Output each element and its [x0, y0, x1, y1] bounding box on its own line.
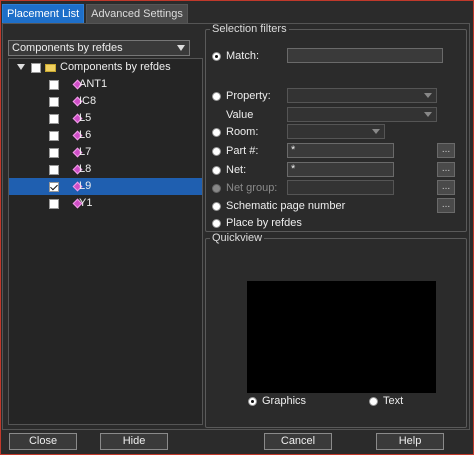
- tree-item-label: ANT1: [79, 78, 108, 90]
- value-label: Value: [226, 109, 254, 121]
- part-radio[interactable]: [212, 147, 221, 156]
- hide-button[interactable]: Hide: [100, 433, 168, 450]
- net-group-browse-button[interactable]: ...: [437, 180, 455, 195]
- tree-root-label: Components by refdes: [60, 61, 171, 73]
- tree-item-checkbox[interactable]: [49, 114, 59, 124]
- tab-placement-list[interactable]: Placement List: [2, 4, 85, 23]
- help-button[interactable]: Help: [376, 433, 444, 450]
- room-select[interactable]: [287, 124, 385, 139]
- net-group-radio[interactable]: [212, 184, 221, 193]
- part-input[interactable]: *: [287, 143, 394, 158]
- tree-item-checkbox[interactable]: [49, 199, 59, 209]
- tree-item-row[interactable]: IC8: [9, 93, 202, 110]
- room-label: Room:: [226, 126, 259, 138]
- folder-icon: [45, 64, 56, 72]
- chevron-down-icon[interactable]: [424, 93, 432, 98]
- tree-item-row[interactable]: L6: [9, 127, 202, 144]
- property-select[interactable]: [287, 88, 437, 103]
- chevron-down-icon[interactable]: [372, 129, 380, 134]
- tree-item-row[interactable]: Y1: [9, 195, 202, 212]
- match-label: Match:: [226, 50, 260, 62]
- tree-root-row[interactable]: Components by refdes: [9, 59, 202, 76]
- match-radio[interactable]: [212, 52, 221, 61]
- chevron-down-icon[interactable]: [177, 45, 185, 51]
- tree-item-checkbox[interactable]: [49, 148, 59, 158]
- tree-item-checkbox-checked[interactable]: [49, 182, 59, 192]
- chevron-down-icon[interactable]: [424, 112, 432, 117]
- tree-item-label: Y1: [79, 197, 93, 209]
- net-radio[interactable]: [212, 166, 221, 175]
- net-group-input[interactable]: [287, 180, 394, 195]
- tree-item-checkbox[interactable]: [49, 97, 59, 107]
- tree-item-checkbox[interactable]: [49, 80, 59, 90]
- part-label: Part #:: [226, 145, 259, 157]
- tree-item-checkbox[interactable]: [49, 165, 59, 175]
- match-input[interactable]: [287, 48, 443, 63]
- tree-item-row[interactable]: L7: [9, 144, 202, 161]
- place-by-refdes-label: Place by refdes: [226, 217, 302, 229]
- property-radio[interactable]: [212, 92, 221, 101]
- quickview-preview: [247, 281, 436, 393]
- tree-item-label: L8: [79, 163, 92, 175]
- room-radio[interactable]: [212, 128, 221, 137]
- tree-root-checkbox[interactable]: [31, 63, 41, 73]
- tree-item-label: L7: [79, 146, 92, 158]
- tree-item-label: IC8: [79, 95, 97, 107]
- schematic-page-radio[interactable]: [212, 202, 221, 211]
- expand-arrow-icon[interactable]: [17, 64, 25, 70]
- close-button[interactable]: Close: [9, 433, 77, 450]
- net-group-label: Net group:: [226, 182, 278, 194]
- graphics-radio[interactable]: [248, 397, 257, 406]
- components-mode-value: Components by refdes: [12, 42, 123, 54]
- tree-item-row[interactable]: L8: [9, 161, 202, 178]
- schematic-page-label: Schematic page number: [226, 200, 346, 212]
- components-tree[interactable]: Components by refdes ANT1 IC8 L5 L6 L7 L…: [8, 58, 203, 425]
- graphics-label: Graphics: [262, 395, 307, 407]
- components-mode-dropdown[interactable]: Components by refdes: [8, 40, 190, 56]
- selection-filters-title: Selection filters: [212, 23, 287, 35]
- tree-item-row-selected[interactable]: L9: [9, 178, 202, 195]
- tree-item-row[interactable]: ANT1: [9, 76, 202, 93]
- property-label: Property:: [226, 90, 271, 102]
- place-by-refdes-radio[interactable]: [212, 219, 221, 228]
- part-browse-button[interactable]: ...: [437, 143, 455, 158]
- tree-item-label: L9: [79, 180, 92, 192]
- text-label: Text: [383, 395, 404, 407]
- tree-item-row[interactable]: L5: [9, 110, 202, 127]
- quickview-title: Quickview: [212, 232, 263, 244]
- cancel-button[interactable]: Cancel: [264, 433, 332, 450]
- schematic-page-browse-button[interactable]: ...: [437, 198, 455, 213]
- tab-bar: Placement List Advanced Settings: [2, 4, 190, 23]
- tree-item-label: L6: [79, 129, 92, 141]
- net-input[interactable]: *: [287, 162, 394, 177]
- tab-advanced-settings[interactable]: Advanced Settings: [86, 4, 188, 23]
- net-label: Net:: [226, 164, 247, 176]
- text-radio[interactable]: [369, 397, 378, 406]
- value-select[interactable]: [287, 107, 437, 122]
- tree-item-label: L5: [79, 112, 92, 124]
- tree-item-checkbox[interactable]: [49, 131, 59, 141]
- net-browse-button[interactable]: ...: [437, 162, 455, 177]
